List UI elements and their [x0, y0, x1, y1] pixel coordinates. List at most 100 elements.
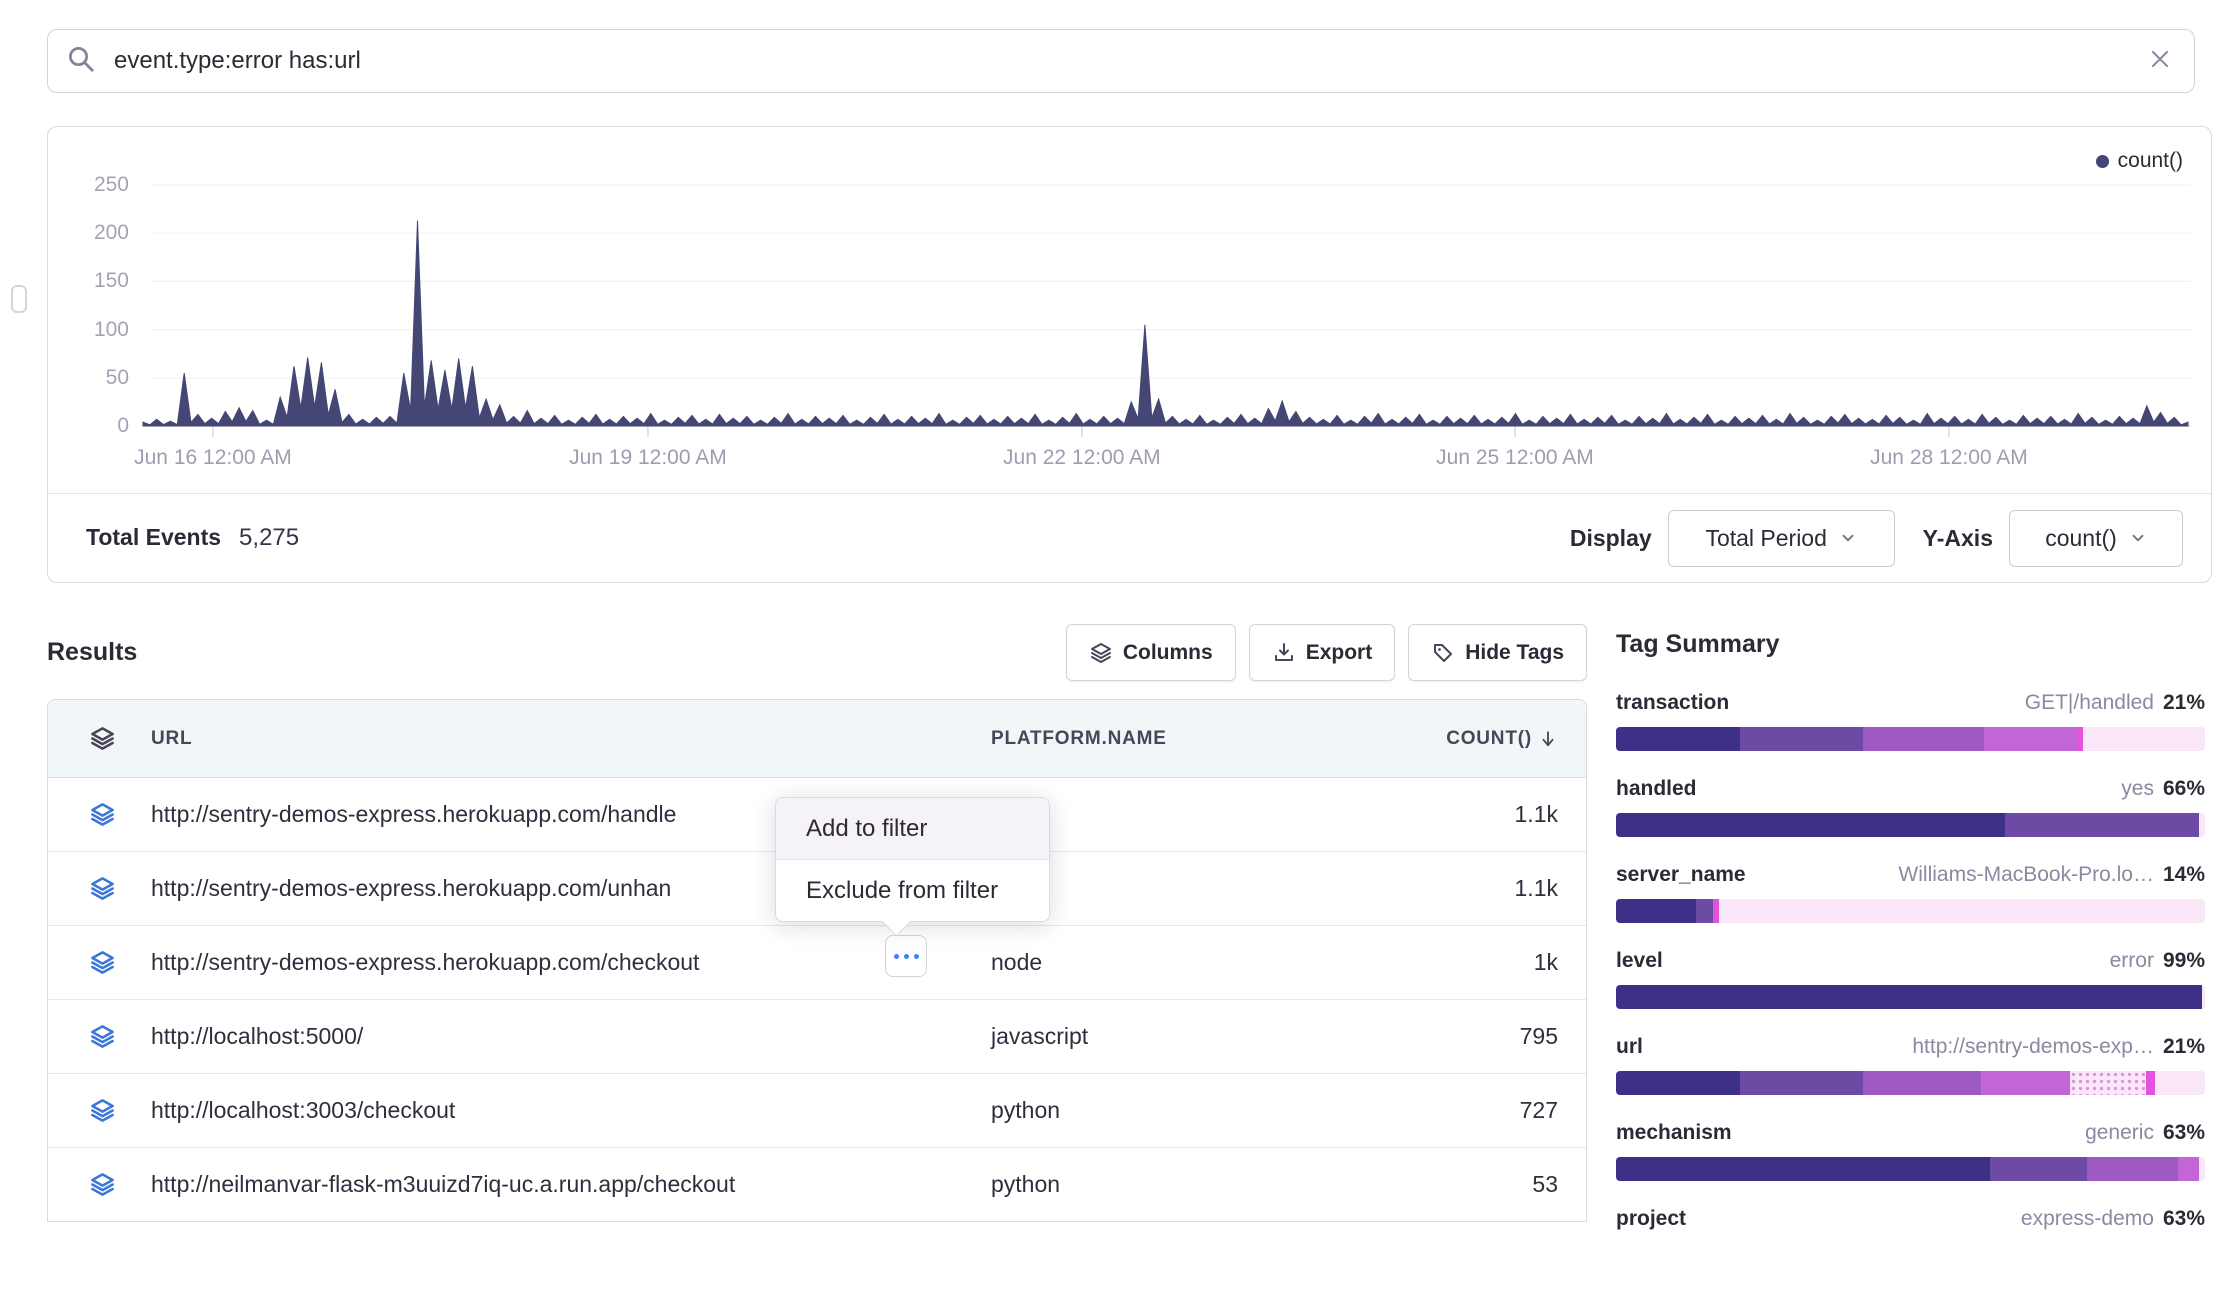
tag-row: mechanismgeneric63%: [1616, 1121, 2205, 1179]
tag-bar-segment[interactable]: [1616, 899, 1696, 923]
tag-bar-segment[interactable]: [1616, 985, 2202, 1009]
cell-count[interactable]: 727: [1520, 1074, 1558, 1147]
clear-search-icon[interactable]: [2148, 47, 2172, 76]
tag-distribution-bar[interactable]: [1616, 899, 2205, 923]
tag-bar-segment[interactable]: [1981, 1071, 2069, 1095]
tag-bar-segment[interactable]: [1616, 727, 1740, 751]
tag-bar-segment[interactable]: [1863, 727, 1984, 751]
tag-bar-segment[interactable]: [1984, 727, 2078, 751]
display-dropdown-value: Total Period: [1705, 525, 1826, 552]
column-header-platform[interactable]: PLATFORM.NAME: [991, 700, 1167, 777]
display-label: Display: [1570, 525, 1652, 552]
x-axis-tick-label: Jun 25 12:00 AM: [1385, 445, 1645, 471]
y-axis-tick-label: 0: [59, 413, 129, 439]
cell-platform[interactable]: node: [991, 926, 1042, 999]
x-axis-tick-label: Jun 28 12:00 AM: [1819, 445, 2079, 471]
tag-top-value: express-demo: [2021, 1207, 2154, 1231]
tag-name: transaction: [1616, 691, 1729, 715]
hide-tags-button[interactable]: Hide Tags: [1408, 624, 1587, 681]
tag-top-percent: 21%: [2163, 1035, 2205, 1059]
cell-count[interactable]: 53: [1532, 1148, 1558, 1221]
cell-count[interactable]: 795: [1520, 1000, 1558, 1073]
tag-top-value: error: [2110, 949, 2154, 973]
tag-bar-segment[interactable]: [1863, 1071, 1981, 1095]
cell-url[interactable]: http://sentry-demos-express.herokuapp.co…: [151, 926, 699, 999]
tag-bar-segment[interactable]: [1719, 899, 2205, 923]
tag-bar-segment[interactable]: [2087, 1157, 2178, 1181]
tag-distribution-bar[interactable]: [1616, 813, 2205, 837]
tag-name: url: [1616, 1035, 1643, 1059]
tag-row: server_nameWilliams-MacBook-Pro.lo…14%: [1616, 863, 2205, 921]
search-bar[interactable]: event.type:error has:url: [47, 29, 2195, 93]
table-row[interactable]: http://localhost:3003/checkout python 727: [48, 1073, 1586, 1147]
cell-context-menu: Add to filter Exclude from filter: [775, 797, 1050, 922]
column-header-count[interactable]: COUNT(): [1446, 700, 1558, 777]
table-row[interactable]: http://sentry-demos-express.herokuapp.co…: [48, 925, 1586, 999]
tag-bar-segment[interactable]: [2005, 813, 2199, 837]
menu-item-add-to-filter[interactable]: Add to filter: [776, 798, 1049, 860]
column-header-count-label: COUNT(): [1446, 700, 1532, 777]
cell-platform[interactable]: python: [991, 1074, 1060, 1147]
cell-url[interactable]: http://neilmanvar-flask-m3uuizd7iq-uc.a.…: [151, 1148, 735, 1221]
layers-icon: [89, 949, 116, 981]
tag-name: mechanism: [1616, 1121, 1732, 1145]
chevron-down-icon: [2129, 529, 2147, 547]
tag-bar-segment[interactable]: [2146, 1071, 2155, 1095]
cell-url[interactable]: http://localhost:5000/: [151, 1000, 363, 1073]
total-events-value: 5,275: [239, 524, 299, 552]
tag-top-percent: 63%: [2163, 1207, 2205, 1231]
tag-bar-segment[interactable]: [2178, 1157, 2199, 1181]
cell-actions-button[interactable]: [885, 935, 927, 977]
yaxis-label: Y-Axis: [1923, 525, 1993, 552]
table-row[interactable]: http://neilmanvar-flask-m3uuizd7iq-uc.a.…: [48, 1147, 1586, 1221]
tag-summary-section: Tag Summary transactionGET|/handled21%ha…: [1616, 624, 2205, 1293]
tag-bar-segment[interactable]: [2070, 1071, 2147, 1095]
cell-platform[interactable]: javascript: [991, 1000, 1088, 1073]
tag-bar-segment[interactable]: [1616, 1071, 1740, 1095]
tag-row: urlhttp://sentry-demos-exp…21%: [1616, 1035, 2205, 1093]
tag-bar-segment[interactable]: [2199, 1157, 2205, 1181]
yaxis-dropdown[interactable]: count(): [2009, 510, 2183, 567]
tag-bar-segment[interactable]: [2083, 727, 2205, 751]
cell-url[interactable]: http://sentry-demos-express.herokuapp.co…: [151, 852, 671, 925]
tag-top-value: yes: [2121, 777, 2154, 801]
column-header-url[interactable]: URL: [151, 700, 192, 777]
search-icon: [66, 44, 96, 79]
tag-distribution-bar[interactable]: [1616, 1071, 2205, 1095]
cell-count[interactable]: 1.1k: [1515, 852, 1558, 925]
tag-bar-segment[interactable]: [2155, 1071, 2205, 1095]
table-row[interactable]: http://localhost:5000/javascript 795: [48, 999, 1586, 1073]
tag-distribution-bar[interactable]: [1616, 1157, 2205, 1181]
tag-bar-segment[interactable]: [1616, 813, 2005, 837]
tag-bar-segment[interactable]: [1696, 899, 1714, 923]
sort-desc-arrow-icon: [1538, 729, 1558, 749]
events-area-chart[interactable]: [141, 161, 2191, 441]
x-axis-tick-label: Jun 22 12:00 AM: [952, 445, 1212, 471]
stack-icon: [1089, 641, 1113, 665]
tag-bar-segment[interactable]: [2199, 813, 2205, 837]
tag-bar-segment[interactable]: [1740, 1071, 1864, 1095]
cell-url[interactable]: http://sentry-demos-express.herokuapp.co…: [151, 778, 676, 851]
cell-count[interactable]: 1.1k: [1515, 778, 1558, 851]
y-axis-tick-label: 50: [59, 365, 129, 391]
panel-resize-handle[interactable]: [11, 285, 27, 313]
cell-platform[interactable]: python: [991, 1148, 1060, 1221]
columns-button[interactable]: Columns: [1066, 624, 1236, 681]
tag-distribution-bar[interactable]: [1616, 727, 2205, 751]
tag-top-value: GET|/handled: [2025, 691, 2154, 715]
tag-top-value: generic: [2085, 1121, 2154, 1145]
display-dropdown[interactable]: Total Period: [1668, 510, 1895, 567]
download-icon: [1272, 641, 1296, 665]
tag-bar-segment[interactable]: [2202, 985, 2205, 1009]
tag-bar-segment[interactable]: [1616, 1157, 1990, 1181]
x-axis-tick-label: Jun 19 12:00 AM: [518, 445, 778, 471]
cell-url[interactable]: http://localhost:3003/checkout: [151, 1074, 455, 1147]
tag-distribution-bar[interactable]: [1616, 985, 2205, 1009]
cell-count[interactable]: 1k: [1534, 926, 1558, 999]
search-input[interactable]: event.type:error has:url: [114, 47, 2148, 75]
tag-bar-segment[interactable]: [1990, 1157, 2087, 1181]
menu-item-exclude-from-filter[interactable]: Exclude from filter: [776, 860, 1049, 921]
tag-bar-segment[interactable]: [1740, 727, 1864, 751]
export-button-label: Export: [1306, 641, 1373, 665]
export-button[interactable]: Export: [1249, 624, 1396, 681]
